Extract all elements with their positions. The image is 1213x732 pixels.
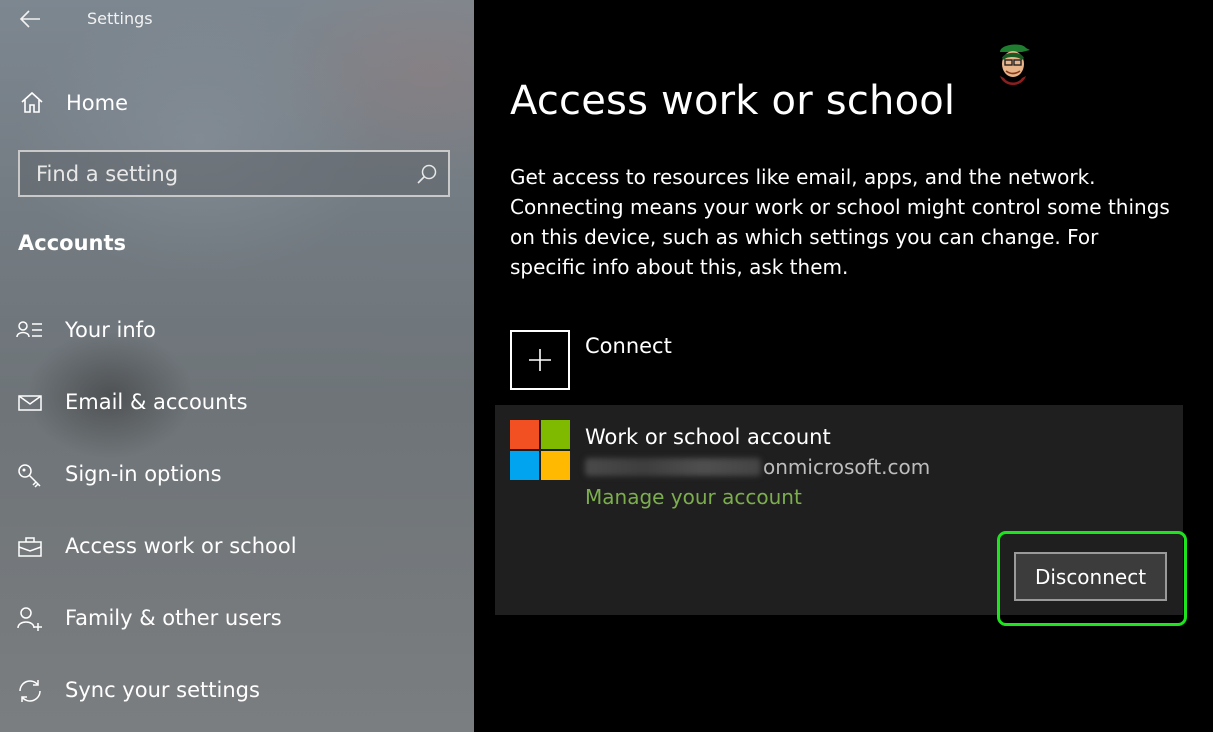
page-description: Get access to resources like email, apps… [510, 165, 1170, 279]
account-email: onmicrosoft.com [585, 455, 930, 479]
sidebar-item-label: Sync your settings [65, 678, 260, 702]
sidebar-item-family-other-users[interactable]: Family & other users [0, 594, 474, 644]
sidebar: Settings Home Accounts Your info [0, 0, 474, 732]
key-icon [18, 464, 41, 488]
sidebar-item-label: Email & accounts [65, 390, 248, 414]
disconnect-button[interactable]: Disconnect [1014, 552, 1167, 601]
title-bar: Settings [0, 0, 474, 38]
mail-icon [18, 395, 42, 411]
main-panel: Access work or school Get access to reso… [474, 0, 1213, 732]
account-type: Work or school account [585, 425, 831, 449]
redacted-username [585, 458, 761, 476]
page-title: Access work or school [510, 78, 956, 124]
sidebar-item-access-work-or-school[interactable]: Access work or school [0, 522, 474, 572]
settings-window: Settings Home Accounts Your info [0, 0, 1213, 732]
sidebar-item-label: Family & other users [65, 606, 282, 630]
mascot-logo-icon [1000, 44, 1030, 85]
manage-account-link[interactable]: Manage your account [585, 485, 802, 509]
microsoft-logo-icon [510, 420, 570, 480]
back-arrow-icon [19, 10, 40, 28]
nav-home[interactable]: Home [0, 80, 474, 126]
sidebar-item-label: Your info [65, 318, 156, 342]
plus-icon [529, 349, 551, 371]
search-icon[interactable] [416, 163, 438, 185]
person-list-icon [16, 321, 42, 338]
connect-label: Connect [585, 334, 672, 358]
sidebar-item-email-accounts[interactable]: Email & accounts [0, 378, 474, 428]
search-input[interactable] [20, 152, 410, 195]
sidebar-item-your-info[interactable]: Your info [0, 306, 474, 356]
sync-icon [19, 680, 41, 702]
account-email-domain: onmicrosoft.com [763, 455, 931, 479]
search-box[interactable] [18, 150, 450, 197]
section-title: Accounts [18, 231, 127, 255]
sidebar-item-sync-settings[interactable]: Sync your settings [0, 666, 474, 716]
home-icon [21, 91, 43, 113]
sidebar-item-label: Access work or school [65, 534, 297, 558]
connect-button[interactable]: Connect [510, 330, 810, 390]
back-button[interactable] [18, 7, 44, 31]
add-tile [510, 330, 570, 390]
briefcase-icon [18, 537, 42, 557]
account-card[interactable]: Work or school account onmicrosoft.com M… [495, 405, 1187, 626]
app-title: Settings [87, 9, 153, 28]
person-add-icon [17, 607, 42, 631]
nav-home-label: Home [66, 91, 129, 115]
sidebar-item-sign-in-options[interactable]: Sign-in options [0, 450, 474, 500]
sidebar-item-label: Sign-in options [65, 462, 222, 486]
